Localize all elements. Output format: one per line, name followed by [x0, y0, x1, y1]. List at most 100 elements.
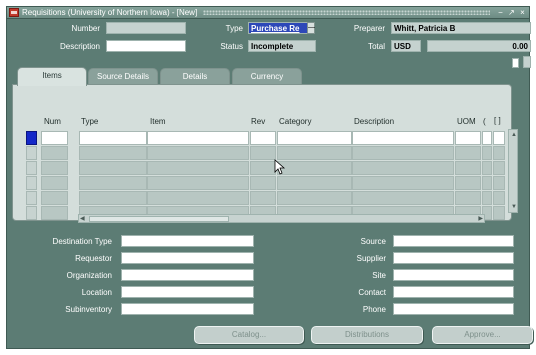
grid-cell[interactable]	[41, 176, 68, 190]
flexfield-icon[interactable]: [ ]	[494, 116, 501, 125]
grid-cell[interactable]	[277, 131, 352, 145]
grid-cell[interactable]	[482, 131, 492, 145]
row-selector[interactable]	[26, 161, 37, 175]
grid-cell[interactable]	[79, 191, 147, 205]
window-title: Requisitions (University of Northern Iow…	[22, 8, 198, 17]
grid-cell[interactable]	[79, 131, 147, 145]
title-bar[interactable]: Requisitions (University of Northern Iow…	[7, 7, 529, 19]
row-selector[interactable]	[26, 206, 37, 220]
flex-indicator-left[interactable]	[512, 58, 519, 68]
grid-cell[interactable]	[250, 161, 276, 175]
grid-cell[interactable]	[147, 191, 249, 205]
grid-cell[interactable]	[277, 176, 352, 190]
column-header-truncated: (	[483, 117, 486, 126]
title-bar-grip	[203, 10, 490, 15]
grid-cell[interactable]	[147, 176, 249, 190]
right-detail-field[interactable]	[393, 286, 514, 298]
grid-cell[interactable]	[352, 191, 454, 205]
catalog-button[interactable]: Catalog...	[194, 326, 304, 344]
right-detail-field[interactable]	[393, 235, 514, 247]
right-detail-field[interactable]	[393, 269, 514, 281]
row-selector[interactable]	[26, 146, 37, 160]
left-detail-field[interactable]	[121, 286, 254, 298]
grid-cell[interactable]	[250, 146, 276, 160]
grid-cell[interactable]	[455, 176, 481, 190]
grid-cell[interactable]	[455, 161, 481, 175]
scroll-up-icon[interactable]: ▲	[511, 132, 517, 138]
distributions-button[interactable]: Distributions	[311, 326, 423, 344]
column-header-uom: UOM	[457, 117, 476, 126]
type-dropdown-button[interactable]: —	[307, 22, 315, 34]
grid-cell[interactable]	[352, 146, 454, 160]
tab-items[interactable]: Items	[17, 67, 87, 86]
grid-cell[interactable]	[41, 206, 68, 220]
grid-cell[interactable]	[455, 146, 481, 160]
row-selector[interactable]	[26, 131, 37, 145]
grid-cell[interactable]	[277, 191, 352, 205]
grid-cell[interactable]	[41, 191, 68, 205]
number-field[interactable]	[106, 22, 186, 34]
grid-cell[interactable]	[277, 161, 352, 175]
flex-indicator-right[interactable]	[523, 56, 531, 68]
description-field[interactable]	[106, 40, 186, 52]
right-detail-field[interactable]	[393, 252, 514, 264]
grid-cell[interactable]	[147, 161, 249, 175]
row-selector[interactable]	[26, 176, 37, 190]
grid-cell[interactable]	[79, 176, 147, 190]
grid-cell[interactable]	[41, 146, 68, 160]
grid-cell[interactable]	[147, 131, 249, 145]
left-detail-field[interactable]	[121, 269, 254, 281]
tab-currency[interactable]: Currency	[232, 68, 302, 85]
grid-cell[interactable]	[482, 146, 492, 160]
status-label: Status	[220, 42, 243, 51]
grid-cell[interactable]	[493, 206, 505, 220]
left-detail-field[interactable]	[121, 235, 254, 247]
grid-cell[interactable]	[250, 191, 276, 205]
right-detail-label: Phone	[362, 305, 386, 314]
left-detail-label: Organization	[66, 271, 112, 280]
left-detail-label: Location	[81, 288, 112, 297]
grid-cell[interactable]	[455, 191, 481, 205]
grid-cell[interactable]	[79, 146, 147, 160]
grid-cell[interactable]	[352, 161, 454, 175]
grid-cell[interactable]	[41, 161, 68, 175]
column-header-type: Type	[81, 117, 99, 126]
tab-details[interactable]: Details	[160, 68, 230, 85]
type-field[interactable]: Purchase Re	[248, 22, 308, 34]
grid-cell[interactable]	[277, 146, 352, 160]
left-detail-field[interactable]	[121, 303, 254, 315]
grid-cell[interactable]	[493, 146, 505, 160]
grid-cell[interactable]	[250, 176, 276, 190]
right-detail-label: Source	[360, 237, 386, 246]
vertical-scrollbar[interactable]: ▲ ▼	[508, 129, 518, 213]
horizontal-scrollbar[interactable]: ◀ ▶	[78, 214, 485, 223]
minimize-icon[interactable]: −	[496, 8, 505, 17]
row-selector[interactable]	[26, 191, 37, 205]
grid-cell[interactable]	[455, 131, 481, 145]
grid-cell[interactable]	[482, 161, 492, 175]
left-detail-field[interactable]	[121, 252, 254, 264]
grid-cell[interactable]	[250, 131, 276, 145]
left-detail-label: Subinventory	[65, 305, 112, 314]
right-detail-field[interactable]	[393, 303, 514, 315]
horizontal-scroll-thumb[interactable]	[89, 216, 229, 222]
grid-cell[interactable]	[493, 191, 505, 205]
tab-source-details[interactable]: Source Details	[88, 68, 158, 85]
grid-cell[interactable]	[79, 161, 147, 175]
grid-cell[interactable]	[147, 146, 249, 160]
approve-button[interactable]: Approve...	[432, 326, 533, 344]
scroll-left-icon[interactable]: ◀	[80, 216, 85, 222]
scroll-down-icon[interactable]: ▼	[511, 204, 517, 210]
grid-cell[interactable]	[482, 191, 492, 205]
grid-cell[interactable]	[352, 131, 454, 145]
mouse-cursor-icon	[274, 159, 286, 175]
grid-cell[interactable]	[493, 176, 505, 190]
grid-cell[interactable]	[352, 176, 454, 190]
grid-cell[interactable]	[41, 131, 68, 145]
scroll-right-icon[interactable]: ▶	[478, 216, 483, 222]
close-icon[interactable]: ×	[518, 8, 527, 17]
grid-cell[interactable]	[493, 161, 505, 175]
grid-cell[interactable]	[482, 176, 492, 190]
grid-cell[interactable]	[493, 131, 505, 145]
maximize-icon[interactable]: ↗	[507, 8, 516, 17]
